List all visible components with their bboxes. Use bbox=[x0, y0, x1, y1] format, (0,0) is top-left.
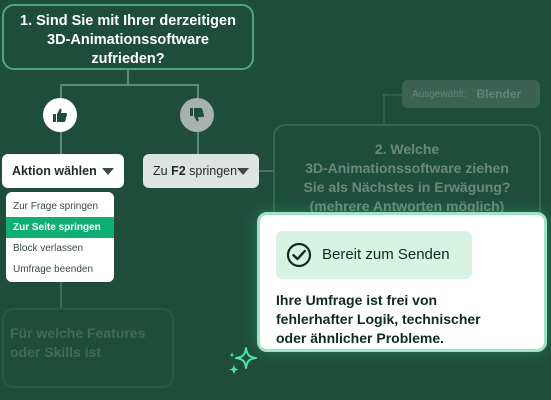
sparkle-icon bbox=[229, 347, 257, 375]
jump-select-target: F2 bbox=[171, 164, 186, 178]
connector-left-branch bbox=[60, 84, 62, 98]
jump-select-prefix: Zu bbox=[153, 164, 172, 178]
jump-select[interactable]: Zu F2 springen bbox=[143, 154, 259, 188]
selected-pill-value: Blender bbox=[476, 87, 522, 101]
question-3-node[interactable]: Für welche Features oder Skills ist bbox=[2, 308, 174, 388]
ready-card-line-2: fehlerhafter Logik, technischer bbox=[276, 311, 481, 327]
question-3-line-2: oder Skills ist bbox=[10, 344, 102, 360]
thumbs-up-icon bbox=[53, 108, 67, 122]
ready-badge: Bereit zum Senden bbox=[276, 231, 472, 279]
question-1-node[interactable]: 1. Sind Sie mit Ihrer derzeitigen 3D-Ani… bbox=[2, 4, 254, 70]
thumbs-down-button[interactable] bbox=[180, 98, 214, 132]
menu-item-jump-to-page[interactable]: Zur Seite springen bbox=[6, 217, 114, 238]
question-1-line-2: 3D-Animationssoftware bbox=[47, 32, 209, 48]
selected-pill-label: Ausgewählt: bbox=[412, 88, 467, 100]
action-select[interactable]: Aktion wählen bbox=[2, 154, 124, 188]
connector-pill-to-q2 bbox=[383, 94, 385, 124]
selected-answer-pill: Ausgewählt: Blender bbox=[402, 80, 540, 108]
connector-right-branch bbox=[197, 84, 199, 98]
thumbs-up-button[interactable] bbox=[43, 98, 77, 132]
question-3-line-1: Für welche Features bbox=[10, 325, 146, 341]
menu-item-exit-block[interactable]: Block verlassen bbox=[6, 238, 114, 259]
question-1-line-1: 1. Sind Sie mit Ihrer derzeitigen bbox=[20, 13, 236, 29]
check-circle-icon bbox=[286, 242, 312, 268]
question-1-line-3: zufrieden? bbox=[91, 51, 165, 67]
ready-badge-label: Bereit zum Senden bbox=[322, 246, 450, 263]
connector-down-to-select bbox=[197, 132, 199, 154]
question-2-line-3: Sie als Nächstes in Erwägung? bbox=[303, 179, 511, 195]
chevron-down-icon bbox=[102, 168, 114, 175]
connector-select-to-q2 bbox=[259, 170, 273, 172]
menu-item-jump-to-question[interactable]: Zur Frage springen bbox=[6, 196, 114, 217]
connector-branch-horizontal bbox=[60, 84, 198, 86]
question-2-line-2: 3D-Animationssoftware ziehen bbox=[305, 160, 509, 176]
connector-left-down bbox=[60, 282, 62, 308]
question-2-line-1: 2. Welche bbox=[374, 141, 440, 157]
menu-item-end-survey[interactable]: Umfrage beenden bbox=[6, 259, 114, 280]
ready-card-line-1: Ihre Umfrage ist frei von bbox=[276, 292, 438, 308]
connector-pill-horizontal bbox=[383, 94, 402, 96]
ready-card-line-3: oder ähnlicher Probleme. bbox=[276, 330, 445, 346]
connector-q1-down bbox=[127, 70, 129, 84]
thumbs-down-icon bbox=[190, 108, 204, 122]
connector-up-to-select bbox=[60, 132, 62, 154]
ready-to-send-card: Bereit zum Senden Ihre Umfrage ist frei … bbox=[257, 212, 547, 352]
ready-card-message: Ihre Umfrage ist frei von fehlerhafter L… bbox=[276, 291, 526, 348]
chevron-down-icon bbox=[237, 168, 249, 175]
jump-select-suffix: springen bbox=[185, 164, 238, 178]
action-select-label: Aktion wählen bbox=[12, 164, 97, 178]
action-dropdown-menu: Zur Frage springen Zur Seite springen Bl… bbox=[6, 192, 114, 282]
